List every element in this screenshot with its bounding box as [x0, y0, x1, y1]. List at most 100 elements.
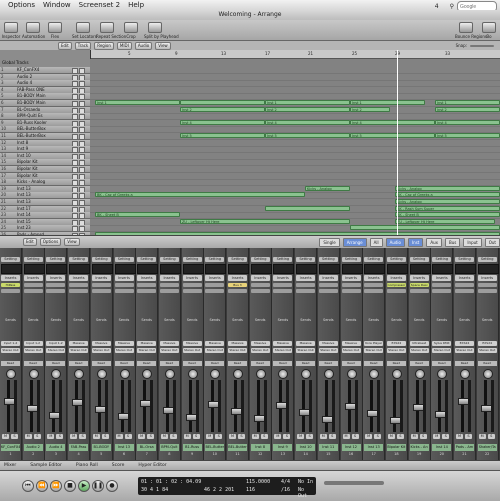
mute-button[interactable]: M — [183, 434, 191, 439]
automation-button[interactable]: Automation — [22, 22, 45, 39]
solo-button[interactable]: S — [487, 434, 495, 439]
eq-display[interactable] — [46, 264, 68, 274]
io-output[interactable]: Stereo Out — [296, 348, 316, 353]
mute-button[interactable]: M — [274, 434, 282, 439]
insert-slot[interactable] — [455, 289, 474, 293]
tab-sample-editor[interactable]: Sample Editor — [30, 463, 62, 468]
pan-knob[interactable] — [278, 369, 289, 379]
pan-knob[interactable] — [187, 369, 198, 379]
eq-display[interactable] — [114, 264, 136, 274]
io-output[interactable]: Stereo Out — [455, 348, 474, 353]
io-input[interactable]: Massive — [341, 341, 361, 346]
view-single-tab[interactable]: Single — [319, 237, 340, 247]
io-output[interactable]: Stereo Out — [91, 348, 111, 353]
channel-name[interactable]: Audio 2 — [23, 444, 43, 451]
region[interactable]: Inst 5 — [350, 133, 435, 138]
io-output[interactable]: Stereo Out — [477, 348, 497, 353]
solo-button[interactable]: S — [465, 434, 472, 439]
io-output[interactable]: Stereo Out — [159, 348, 179, 353]
setting-button[interactable]: Setting — [409, 257, 429, 262]
automation-mode[interactable]: Read — [455, 361, 474, 366]
setting-button[interactable]: Setting — [455, 257, 474, 262]
pause-button[interactable]: ❚❚ — [92, 480, 104, 492]
arrange-menu-view[interactable]: View — [155, 41, 171, 50]
menu-screenset[interactable]: Screenset 2 — [79, 1, 120, 9]
io-input[interactable]: Massive — [69, 341, 89, 346]
io-output[interactable]: Stereo Out — [69, 348, 89, 353]
bounce-regions-button[interactable]: Bounce Regions — [455, 22, 487, 39]
channel-name[interactable]: Shaker/Ta — [477, 444, 497, 451]
channel-name[interactable]: Bipolar Kit — [386, 444, 406, 451]
insert-slot[interactable] — [69, 289, 89, 293]
io-output[interactable]: Stereo Out — [386, 348, 406, 353]
mixer-menu-options[interactable]: Options — [39, 238, 62, 246]
setting-button[interactable]: Setting — [205, 257, 225, 262]
region[interactable]: Kicks - Analog — [305, 185, 350, 191]
filter-audio-tab[interactable]: Audio — [385, 237, 405, 247]
automation-mode[interactable]: Read — [273, 361, 293, 366]
setting-button[interactable]: Setting — [296, 257, 316, 262]
arrange-menu-midi[interactable]: MIDI — [116, 41, 132, 50]
region[interactable]: Inst 4 — [350, 119, 435, 125]
stop-button[interactable]: ■ — [64, 480, 76, 492]
pan-knob[interactable] — [51, 369, 62, 379]
rewind-button[interactable]: ⏪ — [36, 480, 48, 492]
io-input[interactable]: Massive — [182, 341, 202, 346]
volume-fader-track[interactable] — [370, 380, 374, 432]
io-output[interactable]: Stereo Out — [432, 348, 452, 353]
automation-mode[interactable]: Read — [386, 361, 406, 366]
solo-button[interactable]: S — [79, 434, 87, 439]
insert-slot[interactable]: HiPass — [1, 283, 20, 287]
insert-slot[interactable] — [364, 283, 384, 287]
automation-mode[interactable]: Read — [114, 361, 134, 366]
insert-slot[interactable] — [341, 283, 361, 287]
automation-mode[interactable]: Read — [296, 361, 316, 366]
volume-fader-track[interactable] — [165, 380, 169, 432]
io-output[interactable]: Stereo Out — [1, 348, 20, 353]
eq-display[interactable] — [23, 264, 45, 274]
insert-slot[interactable] — [432, 283, 452, 287]
channel-name[interactable]: Kicks - An — [409, 444, 429, 451]
solo-button[interactable]: S — [238, 434, 245, 439]
setting-button[interactable]: Setting — [46, 257, 66, 262]
menu-options[interactable]: Options — [8, 1, 35, 9]
pan-knob[interactable] — [460, 369, 470, 379]
automation-mode[interactable]: Read — [432, 361, 452, 366]
automation-mode[interactable]: Read — [137, 361, 157, 366]
region[interactable]: Inst 4 — [180, 119, 265, 125]
channel-name[interactable]: FAB-Pass — [69, 444, 89, 451]
eq-display[interactable] — [159, 264, 181, 274]
filter-inst-tab[interactable]: Inst — [407, 237, 424, 247]
volume-fader-track[interactable] — [75, 380, 79, 432]
pan-knob[interactable] — [437, 369, 448, 379]
insert-slot[interactable] — [477, 289, 497, 293]
arrange-menu-track[interactable]: Track — [74, 41, 92, 50]
arrange-menu-edit[interactable]: Edit — [58, 41, 72, 50]
mute-button[interactable]: M — [160, 434, 168, 439]
setting-button[interactable]: Setting — [159, 257, 179, 262]
menu-help[interactable]: Help — [128, 1, 144, 9]
mute-button[interactable]: M — [70, 434, 78, 439]
mute-button[interactable]: M — [342, 434, 350, 439]
setting-button[interactable]: Setting — [182, 257, 202, 262]
setting-button[interactable]: Setting — [273, 257, 293, 262]
io-input[interactable]: Ultrabeat — [409, 341, 429, 346]
setting-button[interactable]: Setting — [114, 257, 134, 262]
setting-button[interactable]: Setting — [477, 257, 497, 262]
tab-mixer[interactable]: Mixer — [4, 463, 16, 468]
io-output[interactable]: Stereo Out — [250, 348, 270, 353]
setting-button[interactable]: Setting — [69, 257, 89, 262]
insert-slot[interactable] — [91, 283, 111, 287]
tab-piano-roll[interactable]: Piano Roll — [76, 463, 98, 468]
volume-fader-track[interactable] — [120, 380, 124, 432]
crop-button[interactable]: Crop — [120, 22, 142, 39]
pan-knob[interactable] — [233, 369, 243, 379]
play-button[interactable]: ▶ — [78, 480, 90, 492]
region[interactable]: Inst 4 — [265, 119, 350, 125]
playhead[interactable] — [397, 50, 398, 235]
mute-button[interactable]: M — [47, 434, 55, 439]
solo-button[interactable]: S — [169, 434, 177, 439]
insert-slot[interactable] — [296, 283, 316, 287]
eq-display[interactable] — [477, 264, 499, 274]
eq-display[interactable] — [205, 264, 227, 274]
